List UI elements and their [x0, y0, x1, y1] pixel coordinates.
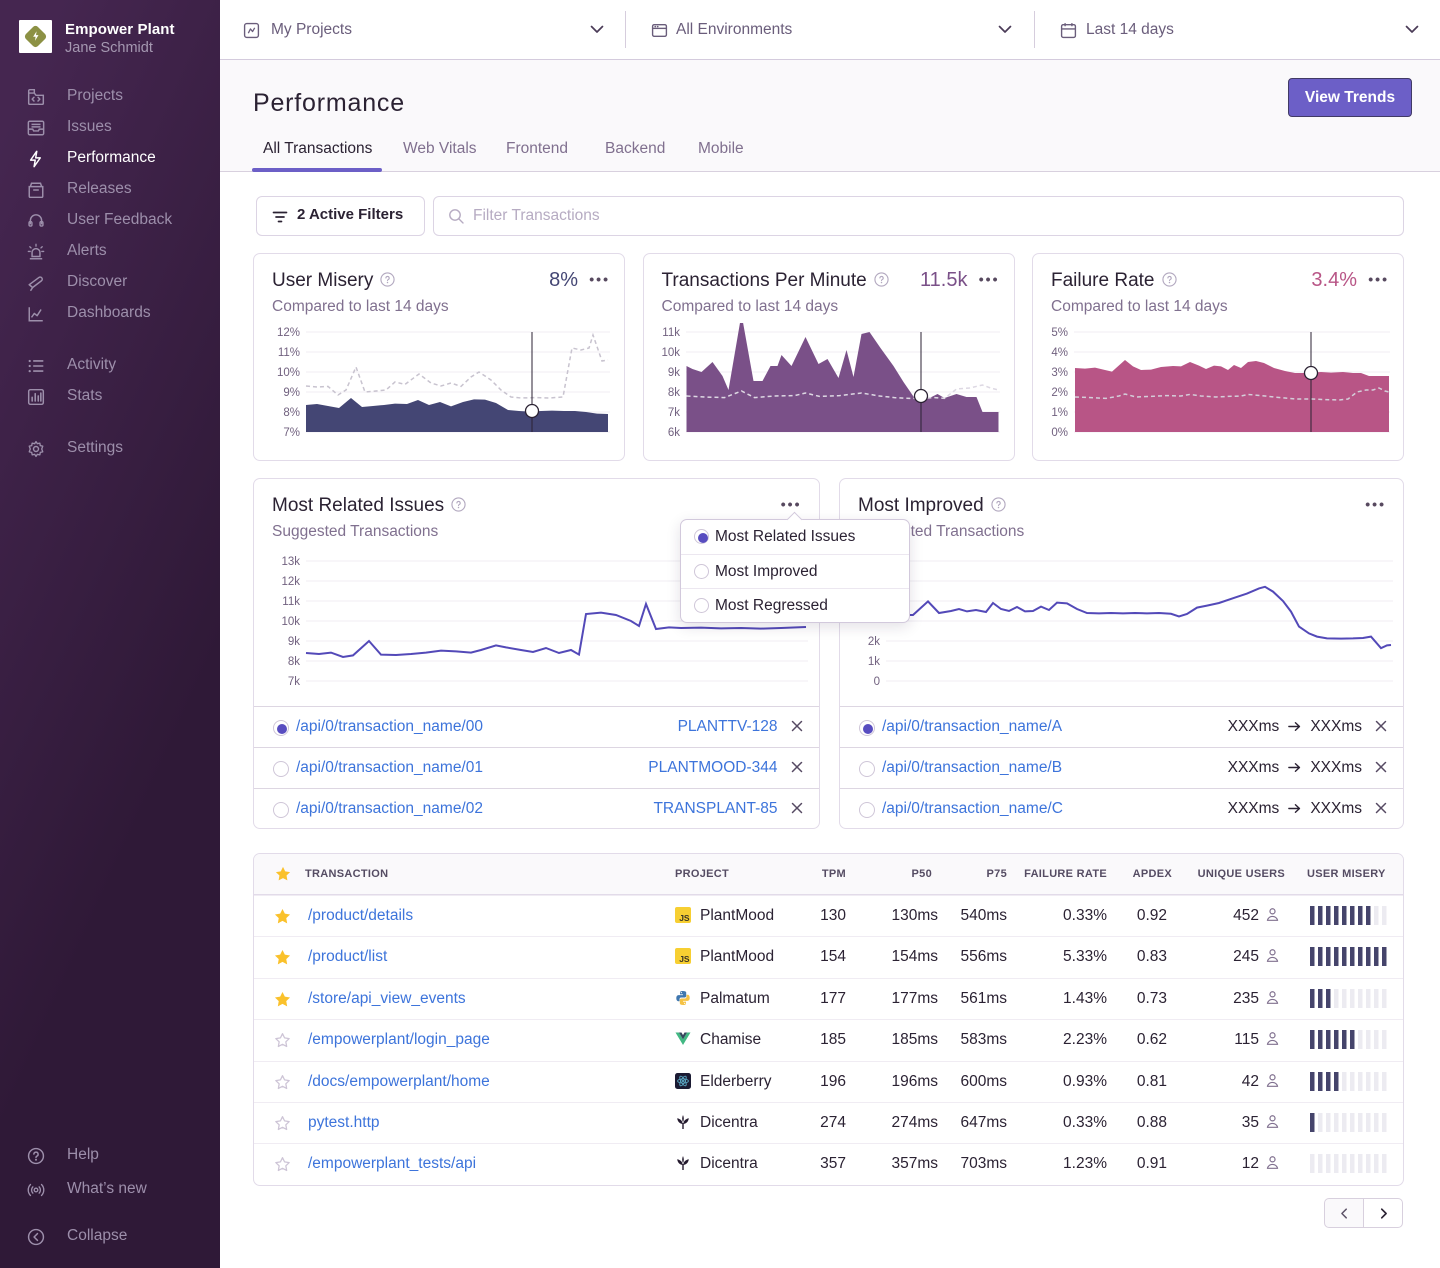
svg-text:0: 0 [874, 676, 880, 688]
svg-text:12k: 12k [281, 576, 300, 588]
svg-text:JS: JS [679, 913, 690, 923]
svg-text:8k: 8k [288, 656, 300, 668]
svg-text:7k: 7k [288, 676, 300, 688]
svg-text:0%: 0% [1051, 427, 1068, 439]
svg-text:JS: JS [679, 954, 690, 964]
svg-text:2k: 2k [868, 636, 880, 648]
svg-text:11k: 11k [662, 327, 680, 339]
svg-text:8k: 8k [667, 387, 679, 399]
svg-text:7%: 7% [283, 427, 300, 439]
svg-text:12%: 12% [277, 327, 300, 339]
svg-text:10k: 10k [661, 347, 680, 359]
svg-text:10k: 10k [281, 616, 300, 628]
svg-text:1%: 1% [1051, 407, 1068, 419]
svg-text:9%: 9% [283, 387, 300, 399]
svg-text:11k: 11k [282, 596, 300, 608]
svg-text:10%: 10% [277, 367, 300, 379]
svg-text:8%: 8% [283, 407, 300, 419]
svg-text:13k: 13k [281, 556, 300, 568]
svg-text:6k: 6k [667, 427, 679, 439]
svg-text:5%: 5% [1051, 327, 1068, 339]
svg-text:7k: 7k [667, 407, 679, 419]
svg-text:11%: 11% [278, 347, 300, 359]
svg-text:4%: 4% [1051, 347, 1068, 359]
svg-text:1k: 1k [868, 656, 880, 668]
svg-text:9k: 9k [288, 636, 300, 648]
svg-text:3%: 3% [1051, 367, 1068, 379]
svg-text:2%: 2% [1051, 387, 1068, 399]
svg-text:9k: 9k [667, 367, 679, 379]
